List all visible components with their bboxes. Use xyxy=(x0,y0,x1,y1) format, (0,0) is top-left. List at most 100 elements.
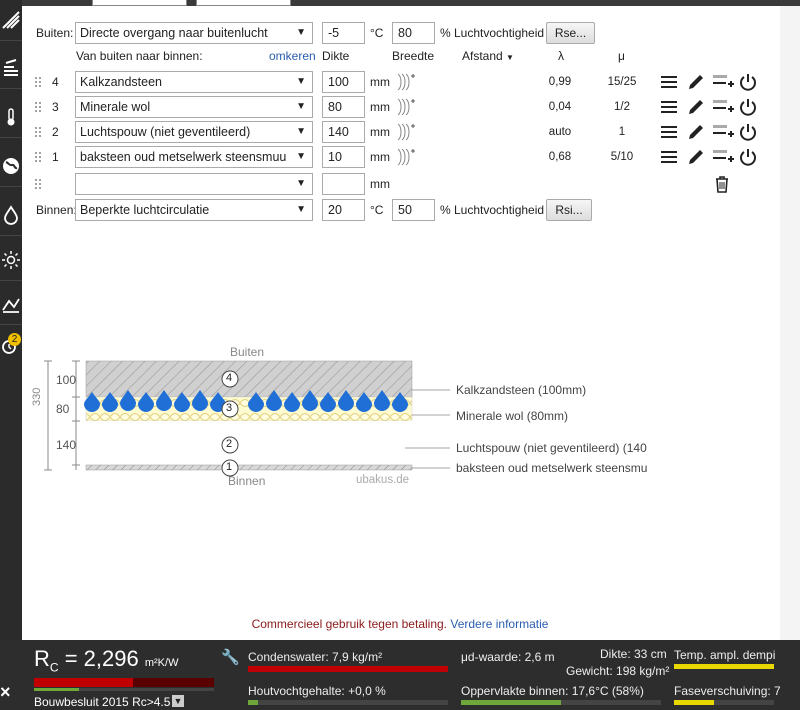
thickness-input[interactable]: 140 xyxy=(322,121,365,143)
width-header[interactable]: Breedte xyxy=(392,46,434,66)
drag-handle-icon[interactable] xyxy=(34,151,42,163)
top-tab[interactable] xyxy=(92,0,187,6)
surface-bar xyxy=(461,700,661,705)
thickness-header: Dikte xyxy=(322,49,350,63)
condensate-bar xyxy=(248,666,448,672)
add-layer-icon[interactable] xyxy=(712,97,734,117)
menu-icon[interactable] xyxy=(659,122,679,142)
power-icon[interactable] xyxy=(738,72,758,92)
width-pattern-icon[interactable] xyxy=(396,147,416,167)
material-select[interactable]: baksteen oud metselwerk steensmuu ▼ xyxy=(75,146,313,168)
lambda-value: 0,68 xyxy=(548,151,572,163)
drag-handle-icon[interactable] xyxy=(34,126,42,138)
menu-icon[interactable] xyxy=(659,72,679,92)
top-tab[interactable] xyxy=(196,0,291,6)
close-icon[interactable]: × xyxy=(0,682,11,703)
callout-label: Luchtspouw (niet geventileerd) (140 xyxy=(456,441,647,455)
thickness-input[interactable]: 100 xyxy=(322,71,365,93)
rse-button[interactable]: Rse... xyxy=(546,22,595,44)
mu-value: 15/25 xyxy=(607,76,637,88)
inside-select[interactable]: Beperkte luchtcirculatie ▼ xyxy=(75,199,313,221)
lambda-value: 0,99 xyxy=(548,76,572,88)
drag-handle-icon[interactable] xyxy=(34,76,42,88)
mu-header: μ xyxy=(618,49,625,63)
outside-temp-input[interactable]: -5 xyxy=(322,22,365,44)
chart-icon[interactable] xyxy=(0,284,22,325)
layer-number: 3 xyxy=(52,100,59,114)
outside-humidity-input[interactable]: 80 xyxy=(392,22,435,44)
dim-label: 80 xyxy=(56,402,70,416)
alarm-badge: 2 xyxy=(8,333,21,346)
wall-icon[interactable] xyxy=(0,48,22,89)
material-select[interactable]: ▼ xyxy=(75,173,313,195)
dim-label: 100 xyxy=(56,373,77,387)
power-icon[interactable] xyxy=(738,147,758,167)
lambda-value: 0,04 xyxy=(548,101,572,113)
chevron-down-icon[interactable]: ▼ xyxy=(172,695,184,707)
material-select[interactable]: Kalkzandsteen ▼ xyxy=(75,71,313,93)
inside-row: Binnen: Beperkte luchtcirculatie ▼ 20 °C … xyxy=(22,199,782,221)
unit-label: mm xyxy=(370,75,390,89)
menu-icon[interactable] xyxy=(659,147,679,167)
more-info-link[interactable]: Verdere informatie xyxy=(450,617,548,631)
width-pattern-icon[interactable] xyxy=(396,97,416,117)
power-icon[interactable] xyxy=(738,122,758,142)
phase-bar xyxy=(674,700,774,705)
layer-luchtspouw xyxy=(86,421,412,465)
thickness-input[interactable]: 10 xyxy=(322,146,365,168)
reverse-link[interactable]: omkeren xyxy=(269,46,316,66)
wood-moisture-label: Houtvochtgehalte: +0,0 % xyxy=(248,684,386,698)
trash-icon[interactable] xyxy=(712,174,732,194)
wrench-icon[interactable]: 🔧 xyxy=(221,648,240,666)
inside-side-label: Binnen xyxy=(228,474,266,488)
material-select[interactable]: Luchtspouw (niet geventileerd) ▼ xyxy=(75,121,313,143)
inside-humidity-input[interactable]: 50 xyxy=(392,199,435,221)
width-pattern-icon[interactable] xyxy=(396,72,416,92)
material-select[interactable]: Minerale wol ▼ xyxy=(75,96,313,118)
temp-ampl-label: Temp. ampl. dempi xyxy=(674,648,776,662)
layer-number: 1 xyxy=(52,150,59,164)
drop-icon[interactable] xyxy=(0,195,22,236)
total-thickness: 330 xyxy=(31,387,43,406)
thickness-label: Dikte: 33 cm xyxy=(600,647,667,661)
layer-circle-number: 1 xyxy=(226,461,233,473)
layer-row: 4 Kalkzandsteen ▼ 100 mm 0,99 15/25 xyxy=(22,71,782,93)
rsi-button[interactable]: Rsi... xyxy=(546,199,592,221)
edit-pencil-icon[interactable] xyxy=(686,122,706,142)
sidebar: 2 xyxy=(0,0,22,640)
edit-pencil-icon[interactable] xyxy=(686,147,706,167)
outside-row: Buiten: Directe overgang naar buitenluch… xyxy=(22,22,782,44)
temp-ampl-bar xyxy=(674,664,774,669)
new-layer-row: ▼ mm xyxy=(22,173,782,195)
sun-icon[interactable] xyxy=(0,240,22,281)
add-layer-icon[interactable] xyxy=(712,122,734,142)
drag-handle-icon[interactable] xyxy=(34,178,42,190)
edit-pencil-icon[interactable] xyxy=(686,72,706,92)
globe-icon[interactable] xyxy=(0,146,22,187)
layer-circle-number: 2 xyxy=(226,438,233,450)
inside-temp-input[interactable]: 20 xyxy=(322,199,365,221)
add-layer-icon[interactable] xyxy=(712,72,734,92)
rc-sub-bar xyxy=(34,688,214,691)
power-icon[interactable] xyxy=(738,97,758,117)
unit-label: mm xyxy=(370,177,390,191)
menu-icon[interactable] xyxy=(659,97,679,117)
thickness-input[interactable] xyxy=(322,173,365,195)
order-label: Van buiten naar binnen: xyxy=(76,49,203,63)
outside-select[interactable]: Directe overgang naar buitenlucht ▼ xyxy=(75,22,313,44)
thickness-input[interactable]: 80 xyxy=(322,96,365,118)
drag-handle-icon[interactable] xyxy=(34,101,42,113)
unit-label: mm xyxy=(370,125,390,139)
width-pattern-icon[interactable] xyxy=(396,122,416,142)
lambda-value: auto xyxy=(548,126,572,138)
edit-pencil-icon[interactable] xyxy=(686,97,706,117)
outside-side-label: Buiten xyxy=(230,345,265,359)
condensate-label: Condenswater: 7,9 kg/m² xyxy=(248,650,383,664)
layer-row: 1 baksteen oud metselwerk steensmuu ▼ 10 … xyxy=(22,146,782,168)
roof-icon[interactable] xyxy=(0,0,22,41)
add-layer-icon[interactable] xyxy=(712,147,734,167)
distance-header[interactable]: Afstand ▼ xyxy=(462,46,514,68)
thermometer-icon[interactable] xyxy=(0,97,22,138)
rc-value: RC = 2,296 m²K/W xyxy=(34,646,179,675)
layer-number: 4 xyxy=(52,75,59,89)
